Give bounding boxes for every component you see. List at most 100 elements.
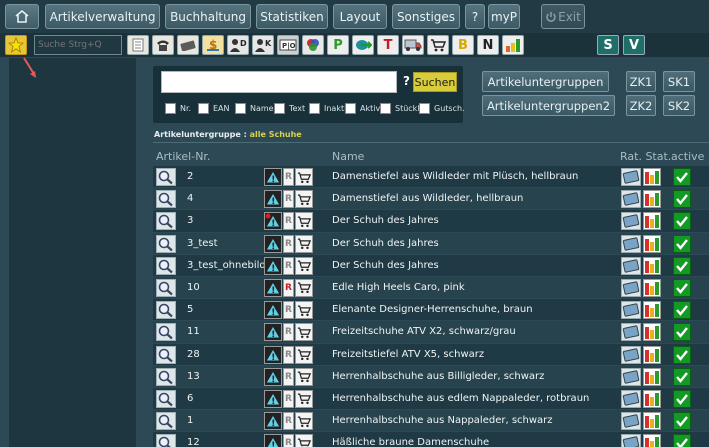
pio-button[interactable]: P|O [277,35,299,55]
active-checkbox[interactable] [673,190,691,209]
reserved-icon[interactable]: R [283,323,294,342]
view-magnifier-icon[interactable] [156,345,176,364]
view-magnifier-icon[interactable] [156,234,176,253]
reserved-icon[interactable]: R [283,256,294,275]
statistics-icon[interactable] [643,301,661,320]
user-k-button[interactable]: K [252,35,274,55]
rating-icon[interactable] [621,278,641,297]
warning-icon[interactable]: ! [264,434,282,447]
active-checkbox[interactable] [673,434,691,447]
warning-icon[interactable]: ! [264,301,282,320]
warning-icon[interactable]: ! [264,389,282,408]
view-magnifier-icon[interactable] [156,389,176,408]
active-checkbox[interactable] [673,168,691,186]
rating-icon[interactable] [621,412,641,431]
article-name[interactable]: Herrenhalbschuhe aus Billigleder, schwar… [332,371,544,382]
table-row[interactable]: 6 ! R Herrenhalbschuhe aus edlem Nappale… [153,387,709,411]
reserved-icon[interactable]: R [283,301,294,320]
menu-sonstiges[interactable]: Sonstiges [392,4,460,29]
table-row[interactable]: 3_test ! R Der Schuh des Jahres [153,232,709,255]
cart-icon[interactable] [295,212,313,231]
statistics-icon[interactable] [643,434,661,447]
menu-buchhaltung[interactable]: Buchhaltung [165,4,251,29]
money-button[interactable]: $ [202,35,224,55]
rating-icon[interactable] [621,301,641,320]
option-text[interactable]: Text [274,103,305,114]
palette-button[interactable] [302,35,324,55]
active-checkbox[interactable] [673,412,691,431]
table-row[interactable]: 3 ! R Der Schuh des Jahres [153,210,709,233]
table-row[interactable]: 5 ! R Elenante Designer-Herrenschuhe, br… [153,299,709,322]
table-row[interactable]: 1 ! R Herrenhalbschuhe aus Nappaleder, s… [153,410,709,433]
active-checkbox[interactable] [673,389,691,408]
transfer-button[interactable] [352,35,374,55]
statistics-icon[interactable] [643,234,661,253]
t-button[interactable]: T [377,35,399,55]
active-checkbox[interactable] [673,256,691,275]
warning-icon[interactable]: ! [264,256,282,275]
article-name[interactable]: Der Schuh des Jahres [332,260,439,271]
view-magnifier-icon[interactable] [156,323,176,342]
reserved-icon[interactable]: R [283,168,294,186]
menu-layout[interactable]: Layout [333,4,387,29]
statistics-icon[interactable] [643,278,661,297]
user-d-button[interactable]: D [227,35,249,55]
statistics-icon[interactable] [643,412,661,431]
warning-icon[interactable]: ! [264,234,282,253]
active-checkbox[interactable] [673,212,691,231]
menu-help[interactable]: ? [465,4,485,29]
artikeluntergruppen-button[interactable]: Artikeluntergruppen [482,71,609,92]
cart-icon[interactable] [295,301,313,320]
warning-icon[interactable]: ! [264,367,282,386]
option-name[interactable]: Name [235,103,274,114]
statistics-icon[interactable] [643,256,661,275]
statistics-icon[interactable] [643,323,661,342]
article-name[interactable]: Herrenhalbschuhe aus Nappaleder, schwarz [332,415,553,426]
article-name[interactable]: Freizeitschuhe ATV X2, schwarz/grau [332,326,516,337]
article-name[interactable]: Häßliche braune Damenschuhe [332,437,489,447]
rating-icon[interactable] [621,367,641,386]
quick-search-input[interactable] [34,35,122,55]
article-name[interactable]: Damenstiefel aus Wildleder mit Plüsch, h… [332,171,578,182]
article-name[interactable]: Damenstiefel aus Wildleder, hellbraun [332,193,523,204]
zk1-button[interactable]: ZK1 [626,71,656,92]
article-name[interactable]: Der Schuh des Jahres [332,238,439,249]
menu-myp[interactable]: myP [488,4,520,29]
warning-icon[interactable]: ! [264,345,282,364]
table-row[interactable]: 10 ! R Edle High Heels Caro, pink [153,276,709,300]
article-name[interactable]: Herrenhalbschuhe aus edlem Nappaleder, r… [332,393,589,404]
statistics-icon[interactable] [643,367,661,386]
reserved-icon[interactable]: R [283,434,294,447]
view-magnifier-icon[interactable] [156,367,176,386]
rating-icon[interactable] [621,323,641,342]
active-checkbox[interactable] [673,234,691,253]
reserved-icon[interactable]: R [283,367,294,386]
active-checkbox[interactable] [673,323,691,342]
table-row[interactable]: 13 ! R Herrenhalbschuhe aus Billigleder,… [153,365,709,388]
artikeluntergruppen2-button[interactable]: Artikeluntergruppen2 [482,95,615,116]
reserved-icon[interactable]: R [283,389,294,408]
rating-icon[interactable] [621,212,641,231]
table-row[interactable]: 2 ! R Damenstiefel aus Wildleder mit Plü… [153,166,709,189]
rating-icon[interactable] [621,234,641,253]
table-row[interactable]: 11 ! R Freizeitschuhe ATV X2, schwarz/gr… [153,321,709,344]
view-magnifier-icon[interactable] [156,168,176,186]
active-checkbox[interactable] [673,301,691,320]
cart-icon[interactable] [295,234,313,253]
reserved-icon[interactable]: R [283,190,294,209]
table-row[interactable]: 4 ! R Damenstiefel aus Wildleder, hellbr… [153,188,709,211]
reserved-icon[interactable]: R [283,345,294,364]
header-name[interactable]: Name [332,150,364,163]
article-name[interactable]: Freizeitstiefel ATV X5, schwarz [332,349,484,360]
search-help-icon[interactable]: ? [403,74,410,88]
rating-icon[interactable] [621,256,641,275]
statistics-icon[interactable] [643,345,661,364]
statistics-icon[interactable] [643,212,661,231]
statistics-icon[interactable] [643,389,661,408]
table-row[interactable]: 3_test_ohnebild ! R Der Schuh des Jahres [153,254,709,277]
s-button[interactable]: S [597,35,619,55]
view-magnifier-icon[interactable] [156,212,176,231]
header-artikel-nr[interactable]: Artikel-Nr. [156,150,210,163]
sk1-button[interactable]: SK1 [663,71,695,92]
n-button[interactable]: N [477,35,499,55]
